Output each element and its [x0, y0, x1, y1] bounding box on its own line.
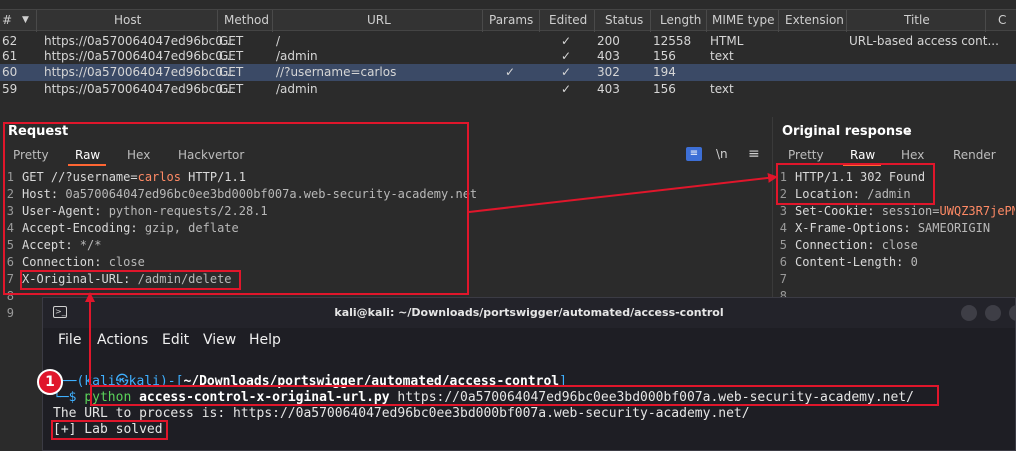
step-badge: 1 [37, 369, 63, 395]
annotation-arrows [85, 172, 778, 385]
arrow-to-response [468, 172, 778, 213]
